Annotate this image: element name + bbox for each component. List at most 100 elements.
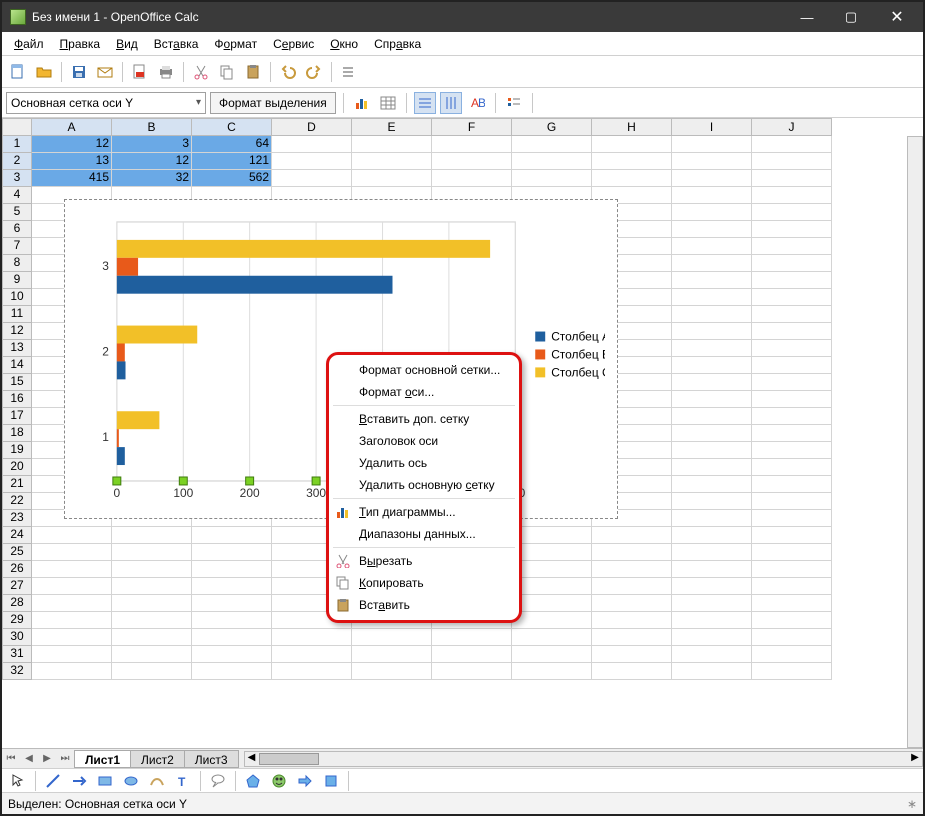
cell[interactable] [752,527,832,544]
cell[interactable] [672,408,752,425]
cell[interactable] [192,646,272,663]
col-header-A[interactable]: A [32,118,112,136]
row-header[interactable]: 7 [2,238,32,255]
cell[interactable] [192,561,272,578]
cell[interactable] [752,357,832,374]
row-header[interactable]: 16 [2,391,32,408]
row-header[interactable]: 8 [2,255,32,272]
cell[interactable] [592,153,672,170]
sheet-tab-2[interactable]: Лист2 [130,750,185,768]
cell[interactable] [352,646,432,663]
cell[interactable] [512,629,592,646]
cell[interactable] [112,561,192,578]
menu-format[interactable]: Формат [206,35,265,53]
cell[interactable] [672,374,752,391]
cell[interactable] [192,595,272,612]
tab-last-icon[interactable]: ⏭ [56,750,74,768]
print-icon[interactable] [154,60,178,84]
row-header[interactable]: 26 [2,561,32,578]
ctx-paste[interactable]: Вставить [329,594,519,616]
tab-prev-icon[interactable]: ◀ [20,750,38,768]
cell[interactable] [32,646,112,663]
cell[interactable] [512,136,592,153]
cell[interactable] [672,476,752,493]
block-arrows-icon[interactable] [293,769,317,793]
cell[interactable] [352,663,432,680]
maximize-button[interactable]: ▢ [829,3,873,31]
cell[interactable] [192,612,272,629]
cell[interactable] [592,646,672,663]
flowchart-icon[interactable] [319,769,343,793]
cell[interactable] [752,323,832,340]
row-header[interactable]: 23 [2,510,32,527]
cell[interactable] [672,629,752,646]
cell[interactable] [752,493,832,510]
ctx-copy[interactable]: Копировать [329,572,519,594]
cell[interactable] [752,612,832,629]
cell[interactable] [752,153,832,170]
cell[interactable] [672,306,752,323]
row-header[interactable]: 4 [2,187,32,204]
cell[interactable] [512,663,592,680]
cell[interactable] [752,255,832,272]
row-header[interactable]: 12 [2,323,32,340]
tab-next-icon[interactable]: ▶ [38,750,56,768]
cell[interactable] [112,578,192,595]
redo-icon[interactable] [302,60,326,84]
cell[interactable] [32,612,112,629]
arrow-icon[interactable] [67,769,91,793]
vgrid-icon[interactable] [440,92,462,114]
row-header[interactable]: 24 [2,527,32,544]
ctx-delete-main-grid[interactable]: Удалить основную сетку [329,474,519,496]
toolbar-more-icon[interactable] [337,60,361,84]
cell[interactable] [752,561,832,578]
cell[interactable] [672,544,752,561]
cell[interactable]: 32 [112,170,192,187]
cell[interactable] [512,646,592,663]
cell[interactable]: 12 [32,136,112,153]
cell[interactable] [192,544,272,561]
chart-type-icon[interactable] [351,92,373,114]
cell[interactable] [672,442,752,459]
menu-window[interactable]: Окно [322,35,366,53]
row-header[interactable]: 14 [2,357,32,374]
data-table-icon[interactable] [377,92,399,114]
cell[interactable] [672,153,752,170]
cell[interactable] [112,663,192,680]
col-header-C[interactable]: C [192,118,272,136]
export-pdf-icon[interactable] [128,60,152,84]
col-header-J[interactable]: J [752,118,832,136]
row-header[interactable]: 2 [2,153,32,170]
cell[interactable] [112,629,192,646]
cell[interactable] [592,170,672,187]
cell[interactable] [672,323,752,340]
new-doc-icon[interactable] [6,60,30,84]
cell[interactable] [752,340,832,357]
copy-icon[interactable] [215,60,239,84]
cell[interactable] [752,646,832,663]
ctx-delete-axis[interactable]: Удалить ось [329,452,519,474]
cell[interactable] [592,663,672,680]
sheet-tab-3[interactable]: Лист3 [184,750,239,768]
cell[interactable] [432,170,512,187]
cell[interactable] [672,136,752,153]
row-header[interactable]: 22 [2,493,32,510]
tab-first-icon[interactable]: ⏮ [2,750,20,768]
cell[interactable] [192,527,272,544]
cell[interactable] [752,510,832,527]
cell[interactable] [672,391,752,408]
cell[interactable] [512,170,592,187]
cell[interactable] [752,578,832,595]
cell[interactable] [752,476,832,493]
row-header[interactable]: 21 [2,476,32,493]
ellipse-icon[interactable] [119,769,143,793]
cell[interactable] [32,595,112,612]
cell[interactable]: 562 [192,170,272,187]
cell[interactable] [592,612,672,629]
save-icon[interactable] [67,60,91,84]
cell[interactable] [672,561,752,578]
cell[interactable] [512,561,592,578]
cell[interactable] [352,170,432,187]
text-icon[interactable]: T [171,769,195,793]
cell[interactable] [32,663,112,680]
